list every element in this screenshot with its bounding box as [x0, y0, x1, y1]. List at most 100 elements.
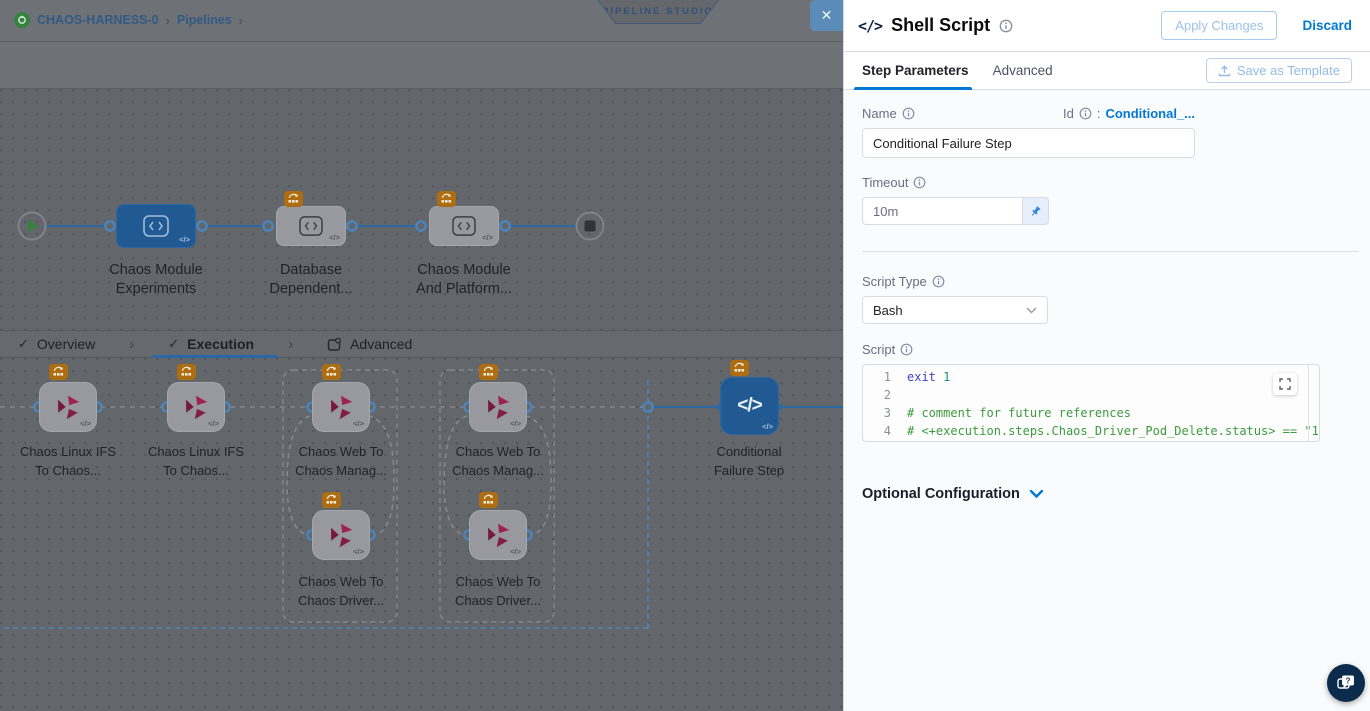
stage-code-icon: </>	[179, 235, 190, 244]
tab-advanced-panel[interactable]: Advanced	[993, 63, 1053, 78]
pipeline-studio-badge: PIPELINE STUDIO	[597, 0, 719, 24]
tab-execution[interactable]: ✓ Execution	[168, 336, 254, 352]
stage-tabbar: ✓ Overview › ✓ Execution › Advanced	[0, 330, 843, 358]
tab-chevron-icon: ›	[129, 336, 134, 353]
stage-label: Chaos ModuleAnd Platform...	[384, 261, 544, 299]
close-drawer-button[interactable]: ✕	[810, 0, 843, 31]
expand-editor-button[interactable]	[1273, 373, 1297, 395]
step-node-chaos-linux-ifs-2[interactable]: </>	[167, 382, 225, 432]
shell-script-icon: </>	[737, 395, 761, 417]
breadcrumb-pipelines-link[interactable]: Pipelines	[177, 13, 232, 27]
apply-changes-button[interactable]: Apply Changes	[1161, 11, 1277, 40]
optional-configuration-toggle[interactable]: Optional Configuration	[862, 486, 1352, 502]
step-node-chaos-web-manager-1[interactable]: </>	[312, 382, 370, 432]
tab-step-parameters[interactable]: Step Parameters	[862, 63, 969, 78]
pipeline-studio-dimmed-background: CHAOS-HARNESS-0 › Pipelines › PIPELINE S…	[0, 0, 843, 711]
tab-overview[interactable]: ✓ Overview	[18, 336, 95, 352]
code-line: 4 # <+execution.steps.Chaos_Driver_Pod_D…	[863, 422, 1319, 440]
shell-script-icon: </>	[858, 17, 882, 35]
breadcrumb-project-link[interactable]: CHAOS-HARNESS-0	[37, 13, 159, 27]
section-divider	[862, 251, 1359, 252]
chaos-experiment-icon	[483, 520, 513, 550]
step-node-chaos-web-driver-1[interactable]: </>	[312, 510, 370, 560]
timeout-field-label: Timeout	[862, 175, 1352, 190]
chaos-experiment-icon	[53, 392, 83, 422]
step-label: Chaos Web ToChaos Manag...	[433, 442, 563, 480]
step-template-badge-icon	[322, 364, 341, 380]
step-code-icon: </>	[510, 419, 521, 428]
stage-template-badge-icon	[437, 191, 456, 207]
step-node-chaos-web-manager-2[interactable]: </>	[469, 382, 527, 432]
step-id-value-link[interactable]: Conditional_...	[1105, 106, 1195, 121]
check-icon: ✓	[18, 336, 29, 352]
pipeline-studio-badge-label: PIPELINE STUDIO	[602, 6, 714, 17]
pipeline-studio-screen: CHAOS-HARNESS-0 › Pipelines › PIPELINE S…	[0, 0, 1370, 711]
step-id-group: Id : Conditional_...	[1063, 106, 1195, 121]
name-field-label: Name	[862, 106, 915, 121]
script-field-label: Script	[862, 342, 1352, 357]
script-code-editor[interactable]: 1 exit 1 2 3 # comment for future refere…	[862, 364, 1320, 442]
chaos-module-icon	[297, 215, 325, 237]
fullscreen-icon	[1279, 378, 1291, 390]
info-icon[interactable]	[932, 275, 945, 288]
breadcrumb-chevron-icon: ›	[166, 13, 170, 28]
step-node-conditional-failure-selected[interactable]: </> </>	[720, 377, 779, 435]
step-config-header: </> Shell Script Apply Changes Discard	[844, 0, 1370, 52]
step-code-icon: </>	[80, 419, 91, 428]
info-icon[interactable]	[913, 176, 926, 189]
chevron-down-icon	[1029, 489, 1044, 499]
step-template-badge-icon	[730, 360, 749, 376]
step-label: Chaos Linux IFSTo Chaos...	[131, 442, 261, 480]
execution-graph-connectors	[0, 358, 843, 711]
step-code-icon: </>	[353, 547, 364, 556]
info-icon[interactable]	[900, 343, 913, 356]
step-config-drawer: </> Shell Script Apply Changes Discard S…	[843, 0, 1370, 711]
script-type-select[interactable]: Bash	[862, 296, 1048, 324]
timeout-input[interactable]	[862, 197, 1022, 225]
chaos-experiment-icon	[181, 392, 211, 422]
breadcrumb-chevron-icon: ›	[239, 13, 243, 28]
chaos-experiment-icon	[326, 392, 356, 422]
stage-graph-canvas: </> </> </>	[0, 89, 843, 330]
help-resources-button[interactable]: ?	[1327, 664, 1365, 702]
top-header-row: CHAOS-HARNESS-0 › Pipelines › PIPELINE S…	[0, 0, 843, 42]
breadcrumb: CHAOS-HARNESS-0 › Pipelines ›	[14, 12, 243, 28]
step-node-chaos-linux-ifs-1[interactable]: </>	[39, 382, 97, 432]
step-label: Chaos Web ToChaos Driver...	[276, 572, 406, 610]
input-type-pin-button[interactable]	[1022, 197, 1049, 225]
close-icon: ✕	[821, 7, 833, 24]
tab-chevron-icon: ›	[288, 336, 293, 353]
script-type-field-label: Script Type	[862, 274, 1352, 289]
name-input[interactable]	[862, 128, 1195, 158]
step-code-icon: </>	[510, 547, 521, 556]
check-icon: ✓	[168, 336, 179, 352]
step-label: ConditionalFailure Step	[684, 442, 814, 480]
stage-label: Chaos ModuleExperiments	[76, 261, 236, 299]
tab-advanced[interactable]: Advanced	[327, 336, 412, 352]
step-template-badge-icon	[177, 364, 196, 380]
info-icon[interactable]	[1079, 107, 1092, 120]
stage-node-database-dependent[interactable]: </>	[276, 206, 346, 246]
step-template-badge-icon	[479, 492, 498, 508]
advanced-tab-icon	[327, 337, 342, 352]
stage-node-chaos-module-and-platform[interactable]: </>	[429, 206, 499, 246]
stage-node-chaos-module-experiments[interactable]: </>	[116, 204, 196, 248]
info-icon[interactable]	[902, 107, 915, 120]
step-config-tabs: Step Parameters Advanced Save as Templat…	[844, 52, 1370, 90]
save-as-template-button[interactable]: Save as Template	[1206, 58, 1352, 83]
step-label: Chaos Web ToChaos Driver...	[433, 572, 563, 610]
step-label: Chaos Web ToChaos Manag...	[276, 442, 406, 480]
step-code-icon: </>	[762, 422, 773, 431]
step-node-chaos-web-driver-2[interactable]: </>	[469, 510, 527, 560]
chaos-module-icon	[450, 215, 478, 237]
step-code-icon: </>	[208, 419, 219, 428]
step-type-title: Shell Script	[891, 15, 990, 36]
info-icon[interactable]	[999, 19, 1013, 33]
discard-button[interactable]: Discard	[1302, 18, 1352, 33]
chevron-down-icon	[1026, 307, 1037, 314]
step-template-badge-icon	[49, 364, 68, 380]
code-line: 1 exit 1	[863, 368, 1319, 386]
help-chat-icon: ?	[1336, 674, 1356, 692]
code-line: 3 # comment for future references	[863, 404, 1319, 422]
chaos-experiment-icon	[483, 392, 513, 422]
